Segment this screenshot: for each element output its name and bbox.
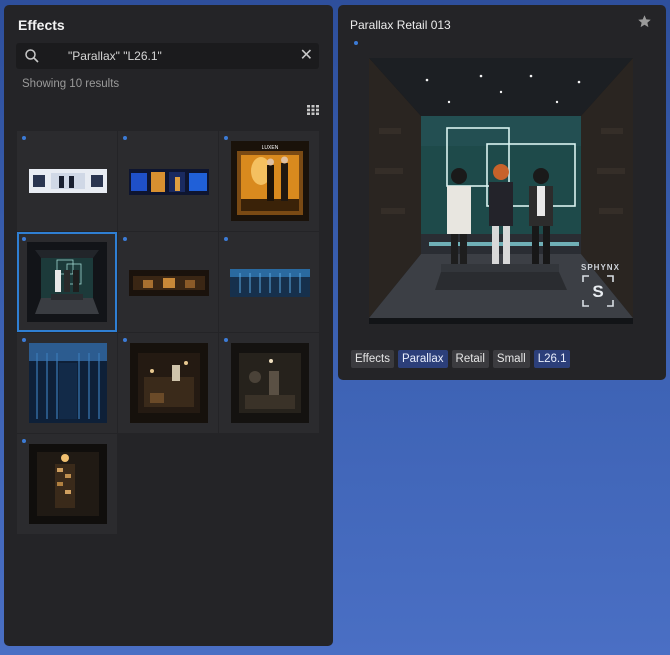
brand-letter: S [592, 282, 603, 301]
thumbnail-item[interactable] [118, 131, 218, 231]
thumbnail-image [29, 169, 107, 193]
thumbnail-image [231, 343, 309, 423]
thumbnail-item[interactable] [118, 232, 218, 332]
status-dot [123, 338, 127, 342]
thumbnail-image [129, 270, 209, 296]
thumbnail-image: LUXEN [231, 141, 309, 221]
thumbnail-image [27, 242, 107, 322]
status-dot [224, 338, 228, 342]
status-dot [224, 136, 228, 140]
thumbnail-item[interactable] [118, 333, 218, 433]
grid-view-icon[interactable] [307, 105, 319, 115]
status-dot [224, 237, 228, 241]
search-value: "Parallax" "L26.1" [68, 49, 162, 63]
status-dot [22, 136, 26, 140]
tag-effects[interactable]: Effects [351, 350, 394, 368]
status-dot [22, 439, 26, 443]
status-dot [22, 338, 26, 342]
tag-parallax[interactable]: Parallax [397, 350, 448, 368]
tag-l26-1[interactable]: L26.1 [533, 350, 571, 368]
thumbnail-item[interactable] [17, 131, 117, 231]
thumbnail-item[interactable] [17, 333, 117, 433]
brand-logo-icon: S [582, 275, 614, 307]
status-dot [354, 41, 358, 45]
thumbnail-item[interactable]: LUXEN [219, 131, 319, 231]
thumbnail-image [29, 444, 107, 524]
status-dot [123, 136, 127, 140]
thumbnail-item[interactable] [219, 333, 319, 433]
thumbnail-item[interactable] [17, 232, 117, 332]
thumbnail-item[interactable] [219, 232, 319, 332]
tag-retail[interactable]: Retail [451, 350, 489, 368]
status-dot [22, 237, 26, 241]
thumbnail-image [230, 269, 310, 297]
status-dot [123, 237, 127, 241]
thumbnail-image [29, 343, 107, 423]
search-icon [25, 49, 39, 63]
thumbnail-image [129, 169, 209, 195]
detail-panel: Parallax Retail 013 SPHYNX S Effects Par… [338, 5, 666, 380]
tag-small[interactable]: Small [492, 350, 530, 368]
results-count: Showing 10 results [22, 78, 120, 90]
panel-title: Effects [18, 17, 65, 33]
thumbnail-image [130, 343, 208, 423]
thumbnail-caption: LUXEN [262, 145, 279, 151]
search-input[interactable]: "Parallax" "L26.1" ✕ [16, 43, 319, 69]
tag-list: Effects Parallax Retail Small L26.1 [351, 350, 571, 368]
close-icon[interactable]: ✕ [300, 46, 313, 66]
star-icon[interactable] [637, 14, 652, 29]
detail-title: Parallax Retail 013 [350, 18, 451, 32]
thumbnail-grid: LUXEN [17, 131, 320, 534]
effects-panel: Effects "Parallax" "L26.1" ✕ Showing 10 … [4, 5, 333, 646]
thumbnail-item[interactable] [17, 434, 117, 534]
brand-name: SPHYNX [581, 263, 620, 272]
